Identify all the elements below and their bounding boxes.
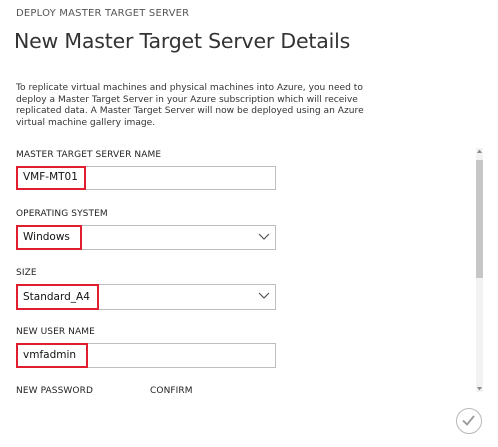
dialog-title: New Master Target Server Details xyxy=(14,29,351,53)
user-name-value: vmfadmin xyxy=(23,349,77,361)
dialog-section-label: DEPLOY MASTER TARGET SERVER xyxy=(16,8,190,19)
complete-button[interactable] xyxy=(456,408,482,434)
size-value: Standard_A4 xyxy=(23,291,90,303)
size-label: SIZE xyxy=(16,268,37,278)
intro-text: To replicate virtual machines and physic… xyxy=(16,83,364,128)
os-chevron-down-icon[interactable] xyxy=(258,233,270,241)
user-name-label: NEW USER NAME xyxy=(16,327,95,337)
server-name-label: MASTER TARGET SERVER NAME xyxy=(16,150,162,160)
os-value: Windows xyxy=(23,231,70,243)
server-name-value: VMF-MT01 xyxy=(23,171,78,183)
scroll-up-arrow-icon[interactable] xyxy=(476,148,483,155)
confirm-label: CONFIRM xyxy=(150,386,193,396)
size-chevron-down-icon[interactable] xyxy=(258,292,270,300)
password-label: NEW PASSWORD xyxy=(16,386,93,396)
scroll-down-arrow-icon[interactable] xyxy=(476,385,483,392)
scrollbar-thumb[interactable] xyxy=(476,160,483,278)
page: { "dialog": { "section": "DEPLOY MASTER … xyxy=(0,0,498,447)
os-label: OPERATING SYSTEM xyxy=(16,209,108,219)
checkmark-icon xyxy=(462,415,475,426)
